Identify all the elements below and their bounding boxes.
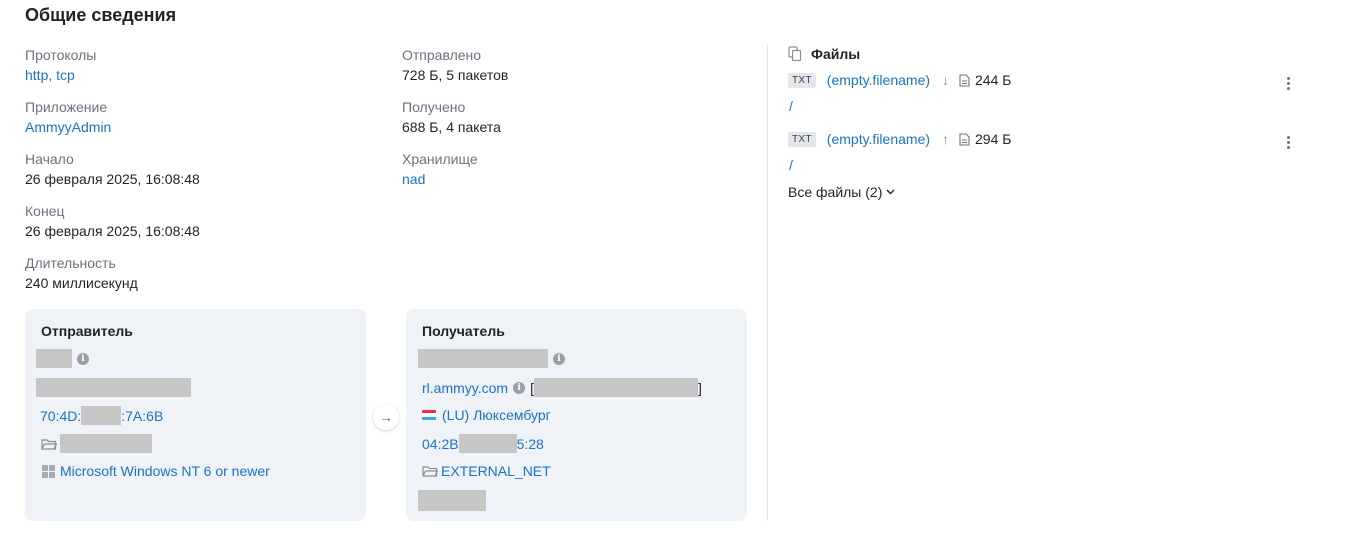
received-value: 688 Б, 4 пакета [402,119,501,135]
kebab-menu-icon[interactable] [1285,75,1292,92]
protocols-label: Протоколы [25,47,97,63]
receiver-mac-start[interactable]: 04:2B [422,435,459,453]
duration-label: Длительность [25,255,116,271]
protocol-separator: , [48,67,57,83]
sent-label: Отправлено [402,47,482,63]
folder-icon [422,466,438,477]
file-type-badge: TXT [788,72,816,88]
receiver-card: Получатель i rl.ammyy.com i [ ] (LU) Люк… [406,309,747,521]
sender-card: Отправитель i 70:4D: :7A:6B Microsoft Wi… [25,309,366,521]
receiver-mac-end[interactable]: 5:28 [517,435,544,453]
receiver-host-row: rl.ammyy.com i [ ] [422,378,702,397]
info-icon[interactable]: i [513,381,526,394]
sent-value: 728 Б, 5 пакетов [402,67,509,83]
section-title: Общие сведения [25,5,177,25]
redacted-hostname [36,378,191,397]
redacted-ip [418,349,548,368]
info-icon[interactable]: i [553,352,565,365]
receiver-extra-row [418,490,486,511]
document-icon [959,132,970,146]
receiver-country-link[interactable]: (LU) Люксембург [442,406,551,424]
start-field: Начало 26 февраля 2025, 16:08:48 [25,150,200,188]
receiver-network-link[interactable]: EXTERNAL_NET [441,462,551,480]
start-label: Начало [25,151,74,167]
receiver-mac-row[interactable]: 04:2B 5:28 [422,434,544,453]
sender-network-row [41,434,152,453]
redacted-network [60,434,152,453]
end-value: 26 февраля 2025, 16:08:48 [25,223,200,239]
protocol-link-http[interactable]: http [25,67,48,83]
files-header: Файлы [788,46,860,62]
duration-field: Длительность 240 миллисекунд [25,254,138,292]
received-label: Получено [402,99,466,115]
start-value: 26 февраля 2025, 16:08:48 [25,171,200,187]
column-divider [767,45,768,521]
redacted-address [533,378,698,397]
sender-mac-start[interactable]: 70:4D: [40,407,81,425]
sent-field: Отправлено 728 Б, 5 пакетов [402,46,508,84]
application-link[interactable]: AmmyyAdmin [25,119,111,135]
receiver-host-link[interactable]: rl.ammyy.com [422,379,508,397]
info-icon[interactable]: i [77,352,89,365]
direction-arrow-icon: → [373,404,399,430]
chevron-down-icon [886,189,895,195]
file-path-link[interactable]: / [789,98,793,114]
document-icon [959,73,970,87]
receiver-ip-row: i [418,349,565,368]
receiver-network-row[interactable]: EXTERNAL_NET [422,462,551,480]
sender-os-link[interactable]: Microsoft Windows NT 6 or newer [60,462,270,480]
file-name-link[interactable]: (empty.filename) [827,131,930,147]
file-size: 244 Б [975,72,1012,88]
all-files-toggle[interactable]: Все файлы (2) [788,184,895,200]
storage-label: Хранилище [402,151,478,167]
end-label: Конец [25,203,65,219]
files-icon [788,46,802,62]
redacted-mac [458,434,517,453]
protocol-link-tcp[interactable]: tcp [56,67,75,83]
sender-mac-end[interactable]: :7A:6B [121,407,163,425]
sender-host-row [36,378,191,397]
sender-os-row[interactable]: Microsoft Windows NT 6 or newer [42,462,270,480]
file-row: TXT (empty.filename) ↑ 294 Б [788,131,1011,147]
files-title: Файлы [811,46,861,62]
file-type-badge: TXT [788,131,816,147]
windows-icon [42,464,55,478]
folder-icon [41,438,57,450]
duration-value: 240 миллисекунд [25,275,138,291]
application-label: Приложение [25,99,108,115]
file-name-link[interactable]: (empty.filename) [827,72,930,88]
storage-field: Хранилище nad [402,150,478,188]
arrow-down-icon: ↓ [942,72,950,88]
redacted-mac [81,406,122,425]
end-field: Конец 26 февраля 2025, 16:08:48 [25,202,200,240]
redacted-extra [418,490,486,511]
arrow-up-icon: ↑ [942,131,950,147]
sender-ip-row: i [36,349,89,368]
receiver-title: Получатель [422,323,505,339]
kebab-menu-icon[interactable] [1285,134,1292,151]
protocols-field: Протоколы http, tcp [25,46,96,84]
all-files-label: Все файлы (2) [788,184,883,200]
sender-title: Отправитель [41,323,133,339]
bracket-close: ] [697,379,702,396]
application-field: Приложение AmmyyAdmin [25,98,111,136]
file-size: 294 Б [975,131,1012,147]
file-row: TXT (empty.filename) ↓ 244 Б [788,72,1011,88]
received-field: Получено 688 Б, 4 пакета [402,98,501,136]
luxembourg-flag-icon [422,410,436,420]
file-path-link[interactable]: / [789,157,793,173]
receiver-country-row[interactable]: (LU) Люксембург [422,406,551,424]
redacted-ip [36,349,72,368]
sender-mac-row[interactable]: 70:4D: :7A:6B [40,406,163,425]
storage-link[interactable]: nad [402,171,425,187]
